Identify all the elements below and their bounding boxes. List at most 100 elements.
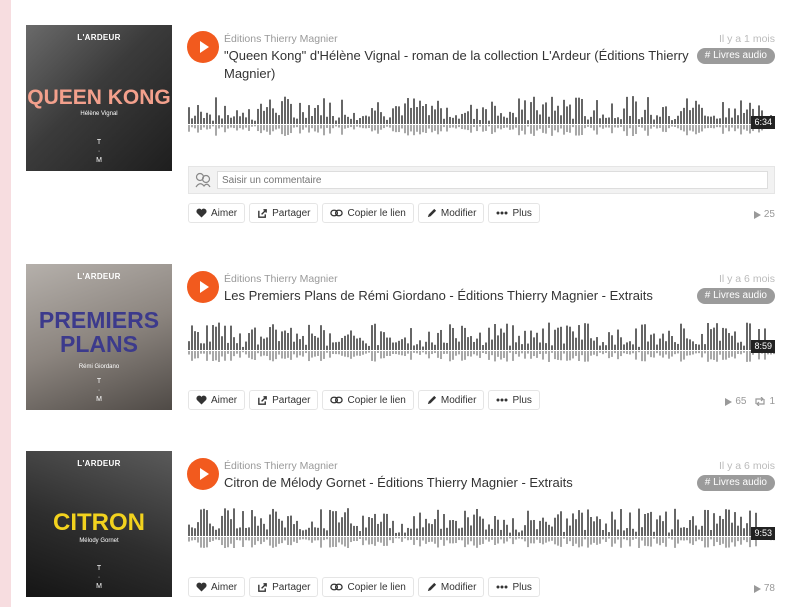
waveform[interactable]: [188, 506, 775, 548]
waveform-reflection-bar: [545, 125, 547, 134]
waveform-reflection-bar: [707, 537, 709, 548]
waveform-reflection-bar: [221, 351, 223, 357]
more-button[interactable]: Plus: [488, 577, 540, 597]
waveform-reflection-bar: [632, 351, 634, 354]
waveform-reflection-bar: [404, 351, 406, 357]
waveform-reflection-bar: [449, 125, 451, 128]
waveform-reflection-bar: [311, 351, 313, 358]
waveform-reflection-bar: [254, 125, 256, 127]
share-button[interactable]: Partager: [249, 203, 319, 223]
cover-art[interactable]: L'ARDEUR PREMIERS PLANS Rémi Giordano T …: [26, 264, 172, 410]
play-button[interactable]: [187, 31, 219, 63]
play-count-icon: [753, 210, 761, 219]
edit-button[interactable]: Modifier: [417, 577, 485, 597]
tag-badge[interactable]: # Livres audio: [696, 288, 775, 304]
waveform-reflection-bar: [437, 537, 439, 548]
waveform-reflection-bar: [599, 125, 601, 128]
edit-button[interactable]: Modifier: [417, 203, 485, 223]
waveform-bar: [470, 104, 472, 124]
waveform-reflection-bar: [410, 537, 412, 540]
track-actions: Aimer Partager Copier le lien Modifier P…: [188, 203, 544, 225]
waveform-reflection-bar: [467, 537, 469, 545]
waveform-bar: [572, 118, 574, 124]
tag-badge[interactable]: # Livres audio: [696, 48, 775, 64]
waveform-reflection-bar: [518, 537, 520, 539]
waveform-reflection-bar: [563, 351, 565, 354]
edit-button[interactable]: Modifier: [417, 390, 485, 410]
waveform-bar: [578, 325, 580, 350]
waveform-bar: [188, 107, 190, 124]
waveform-bar: [194, 331, 196, 350]
comment-input[interactable]: [217, 171, 768, 189]
waveform-reflection-bar: [542, 125, 544, 133]
copy-link-button[interactable]: Copier le lien: [322, 577, 414, 597]
waveform-reflection-bar: [359, 351, 361, 356]
waveform-reflection-bar: [662, 125, 664, 132]
waveform-bar: [425, 341, 427, 350]
heart-icon: [196, 395, 207, 405]
cover-author: Mélody Gornet: [79, 538, 119, 544]
track-artist[interactable]: Éditions Thierry Magnier: [224, 460, 338, 472]
waveform-reflection-bar: [614, 351, 616, 354]
waveform-reflection-bar: [470, 537, 472, 542]
waveform-bar: [650, 511, 652, 536]
waveform-bar: [581, 339, 583, 350]
waveform-reflection-bar: [638, 125, 640, 127]
play-button[interactable]: [187, 458, 219, 490]
waveform-bar: [311, 116, 313, 124]
share-button[interactable]: Partager: [249, 390, 319, 410]
waveform-bar: [563, 531, 565, 536]
waveform-reflection-bar: [464, 537, 466, 548]
waveform-reflection-bar: [428, 125, 430, 129]
waveform-bar: [701, 107, 703, 124]
waveform-reflection-bar: [548, 125, 550, 128]
waveform-bar: [533, 519, 535, 536]
waveform-bar: [590, 517, 592, 536]
waveform-bar: [206, 325, 208, 350]
waveform-reflection-bar: [416, 125, 418, 132]
waveform-reflection-bar: [566, 537, 568, 545]
track-artist[interactable]: Éditions Thierry Magnier: [224, 33, 338, 45]
copy-link-button[interactable]: Copier le lien: [322, 390, 414, 410]
waveform-bar: [371, 518, 373, 536]
track-artist[interactable]: Éditions Thierry Magnier: [224, 273, 338, 285]
more-button[interactable]: Plus: [488, 390, 540, 410]
track-title[interactable]: Citron de Mélody Gornet - Éditions Thier…: [224, 474, 694, 492]
waveform-bar: [743, 528, 745, 536]
waveform-reflection-bar: [227, 125, 229, 129]
cover-art[interactable]: L'ARDEUR QUEEN KONG Hélène Vignal T · M: [26, 25, 172, 171]
waveform-bar: [290, 327, 292, 350]
waveform-bar: [332, 342, 334, 350]
waveform-reflection-bar: [290, 125, 292, 134]
cover-art[interactable]: L'ARDEUR CITRON Mélody Gornet T · M: [26, 451, 172, 597]
waveform-reflection-bar: [584, 351, 586, 362]
share-button[interactable]: Partager: [249, 577, 319, 597]
waveform-reflection-bar: [647, 351, 649, 355]
waveform-bar: [626, 528, 628, 536]
waveform-bar: [251, 329, 253, 350]
track-title[interactable]: Les Premiers Plans de Rémi Giordano - Éd…: [224, 287, 694, 305]
waveform-bar: [656, 519, 658, 536]
like-button[interactable]: Aimer: [188, 577, 246, 597]
waveform-bar: [221, 515, 223, 536]
waveform-bar: [602, 114, 604, 124]
waveform[interactable]: [188, 320, 775, 362]
waveform-bar: [668, 116, 670, 124]
play-button[interactable]: [187, 271, 219, 303]
waveform-reflection-bar: [356, 351, 358, 356]
waveform[interactable]: [188, 94, 775, 136]
copy-link-button[interactable]: Copier le lien: [322, 203, 414, 223]
waveform-bar: [347, 508, 349, 536]
waveform-bar: [299, 102, 301, 124]
waveform-reflection-bar: [614, 125, 616, 128]
like-button[interactable]: Aimer: [188, 390, 246, 410]
waveform-reflection-bar: [467, 125, 469, 131]
waveform-reflection-bar: [422, 537, 424, 541]
waveform-bar: [410, 528, 412, 536]
waveform-bar: [260, 336, 262, 350]
tag-badge[interactable]: # Livres audio: [696, 475, 775, 491]
waveform-bar: [434, 109, 436, 124]
more-button[interactable]: Plus: [488, 203, 540, 223]
like-button[interactable]: Aimer: [188, 203, 246, 223]
track-title[interactable]: "Queen Kong" d'Hélène Vignal - roman de …: [224, 47, 694, 83]
